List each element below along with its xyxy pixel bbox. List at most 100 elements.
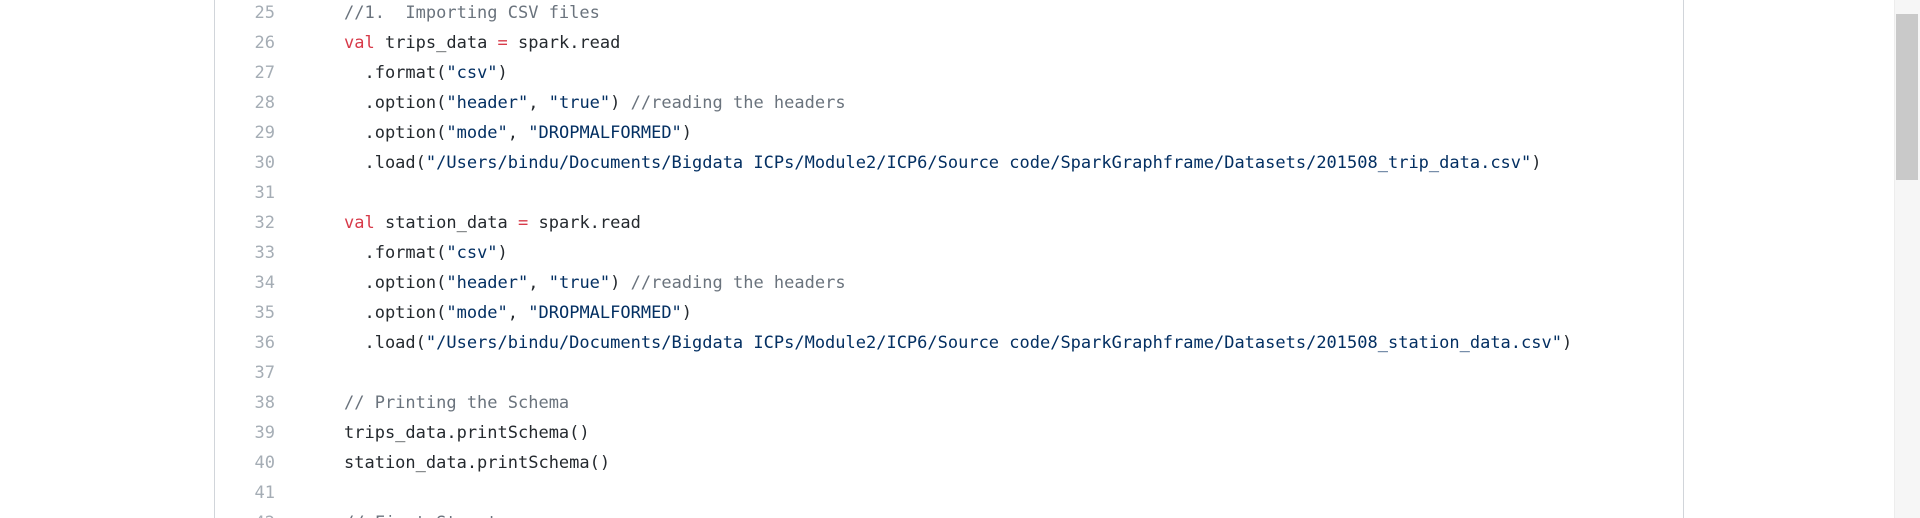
line-code: val station_data = spark.read bbox=[344, 208, 641, 238]
code-token-plain: ) bbox=[610, 93, 631, 113]
code-token-plain: ) bbox=[681, 303, 693, 323]
code-line: 26 val trips_data = spark.read bbox=[215, 28, 1683, 58]
code-token-plain: , bbox=[528, 93, 549, 113]
line-number[interactable]: 42 bbox=[215, 508, 275, 518]
code-token-plain: , bbox=[528, 273, 549, 293]
code-token-plain: station_data bbox=[374, 213, 519, 233]
code-token-plain: trips_data bbox=[374, 33, 498, 53]
line-code: .option("header", "true") //reading the … bbox=[344, 268, 846, 298]
code-token-keyword: val bbox=[344, 33, 375, 53]
code-line: 30 .load("/Users/bindu/Documents/Bigdata… bbox=[215, 148, 1683, 178]
line-number[interactable]: 34 bbox=[215, 268, 275, 298]
code-token-string: "true" bbox=[548, 93, 611, 113]
code-token-string: "mode" bbox=[446, 123, 508, 143]
code-token-string: "csv" bbox=[446, 243, 498, 263]
code-token-string: "DROPMALFORMED" bbox=[528, 123, 682, 143]
line-number[interactable]: 33 bbox=[215, 238, 275, 268]
code-token-plain: ) bbox=[610, 273, 631, 293]
line-code: // First Structure bbox=[344, 508, 528, 518]
code-line: 35 .option("mode", "DROPMALFORMED") bbox=[215, 298, 1683, 328]
line-code: .load("/Users/bindu/Documents/Bigdata IC… bbox=[344, 328, 1572, 358]
line-code: .load("/Users/bindu/Documents/Bigdata IC… bbox=[344, 148, 1542, 178]
line-number[interactable]: 27 bbox=[215, 58, 275, 88]
code-token-plain: trips_data.printSchema() bbox=[344, 423, 590, 443]
line-number[interactable]: 32 bbox=[215, 208, 275, 238]
code-line: 29 .option("mode", "DROPMALFORMED") bbox=[215, 118, 1683, 148]
code-token-string: "/Users/bindu/Documents/Bigdata ICPs/Mod… bbox=[425, 153, 1532, 173]
code-line: 42 // First Structure bbox=[215, 508, 1683, 518]
code-token-plain: spark.read bbox=[528, 213, 641, 233]
code-token-plain: .load( bbox=[344, 333, 426, 353]
line-number[interactable]: 28 bbox=[215, 88, 275, 118]
code-token-plain: , bbox=[507, 303, 529, 323]
code-token-plain: .format( bbox=[344, 63, 447, 83]
line-code: trips_data.printSchema() bbox=[344, 418, 590, 448]
line-number[interactable]: 31 bbox=[215, 178, 275, 208]
code-token-plain: .option( bbox=[344, 303, 447, 323]
code-line: 25 //1. Importing CSV files bbox=[215, 0, 1683, 28]
code-line: 28 .option("header", "true") //reading t… bbox=[215, 88, 1683, 118]
code-token-string: "header" bbox=[446, 273, 529, 293]
line-code: // Printing the Schema bbox=[344, 388, 569, 418]
code-line: 34 .option("header", "true") //reading t… bbox=[215, 268, 1683, 298]
line-code: .option("header", "true") //reading the … bbox=[344, 88, 846, 118]
code-token-plain: ) bbox=[681, 123, 693, 143]
code-token-comment: //1. Importing CSV files bbox=[344, 3, 600, 23]
code-line: 33 .format("csv") bbox=[215, 238, 1683, 268]
code-token-plain: .format( bbox=[344, 243, 447, 263]
line-number[interactable]: 37 bbox=[215, 358, 275, 388]
line-number[interactable]: 29 bbox=[215, 118, 275, 148]
code-token-string: "DROPMALFORMED" bbox=[528, 303, 682, 323]
code-token-string: "/Users/bindu/Documents/Bigdata ICPs/Mod… bbox=[425, 333, 1562, 353]
code-token-comment: //reading the headers bbox=[630, 93, 846, 113]
line-number[interactable]: 25 bbox=[215, 0, 275, 28]
line-code: //1. Importing CSV files bbox=[344, 0, 600, 28]
line-code: .format("csv") bbox=[344, 58, 508, 88]
code-token-keyword: val bbox=[344, 213, 375, 233]
code-token-string: "header" bbox=[446, 93, 529, 113]
line-number[interactable]: 30 bbox=[215, 148, 275, 178]
line-code: .option("mode", "DROPMALFORMED") bbox=[344, 118, 692, 148]
code-token-comment: //reading the headers bbox=[630, 273, 846, 293]
code-token-plain: spark.read bbox=[507, 33, 621, 53]
code-token-plain: .load( bbox=[344, 153, 426, 173]
code-view: 25 //1. Importing CSV files 26 val trips_da… bbox=[214, 0, 1684, 518]
code-token-plain: ) bbox=[497, 63, 508, 83]
code-token-plain: .option( bbox=[344, 93, 447, 113]
code-token-string: "csv" bbox=[446, 63, 498, 83]
scrollbar-thumb[interactable] bbox=[1896, 14, 1918, 180]
code-token-string: "true" bbox=[548, 273, 611, 293]
code-token-comment: // Printing the Schema bbox=[344, 393, 570, 413]
line-number[interactable]: 40 bbox=[215, 448, 275, 478]
code-token-string: "mode" bbox=[446, 303, 508, 323]
code-token-plain: station_data.printSchema() bbox=[344, 453, 611, 473]
line-number[interactable]: 26 bbox=[215, 28, 275, 58]
line-number[interactable]: 38 bbox=[215, 388, 275, 418]
code-token-keyword: = bbox=[497, 33, 508, 53]
line-code: .format("csv") bbox=[344, 238, 508, 268]
line-code: val trips_data = spark.read bbox=[344, 28, 620, 58]
code-token-plain: .option( bbox=[344, 123, 447, 143]
code-token-plain: ) bbox=[1531, 153, 1542, 173]
code-line: 40 station_data.printSchema() bbox=[215, 448, 1683, 478]
code-token-plain: , bbox=[507, 123, 529, 143]
code-line: 38 // Printing the Schema bbox=[215, 388, 1683, 418]
code-token-plain: ) bbox=[1561, 333, 1573, 353]
line-number[interactable]: 39 bbox=[215, 418, 275, 448]
code-line: 31 bbox=[215, 178, 1683, 208]
code-line: 27 .format("csv") bbox=[215, 58, 1683, 88]
code-token-keyword: = bbox=[518, 213, 529, 233]
line-number[interactable]: 41 bbox=[215, 478, 275, 508]
code-line: 37 bbox=[215, 358, 1683, 388]
code-token-plain: .option( bbox=[344, 273, 447, 293]
line-number[interactable]: 36 bbox=[215, 328, 275, 358]
code-line: 39 trips_data.printSchema() bbox=[215, 418, 1683, 448]
line-code: .option("mode", "DROPMALFORMED") bbox=[344, 298, 692, 328]
line-number[interactable]: 35 bbox=[215, 298, 275, 328]
code-line: 36 .load("/Users/bindu/Documents/Bigdata… bbox=[215, 328, 1683, 358]
code-token-plain: ) bbox=[497, 243, 508, 263]
code-line: 32 val station_data = spark.read bbox=[215, 208, 1683, 238]
line-code: station_data.printSchema() bbox=[344, 448, 610, 478]
code-token-comment: // First Structure bbox=[344, 513, 528, 518]
code-line: 41 bbox=[215, 478, 1683, 508]
